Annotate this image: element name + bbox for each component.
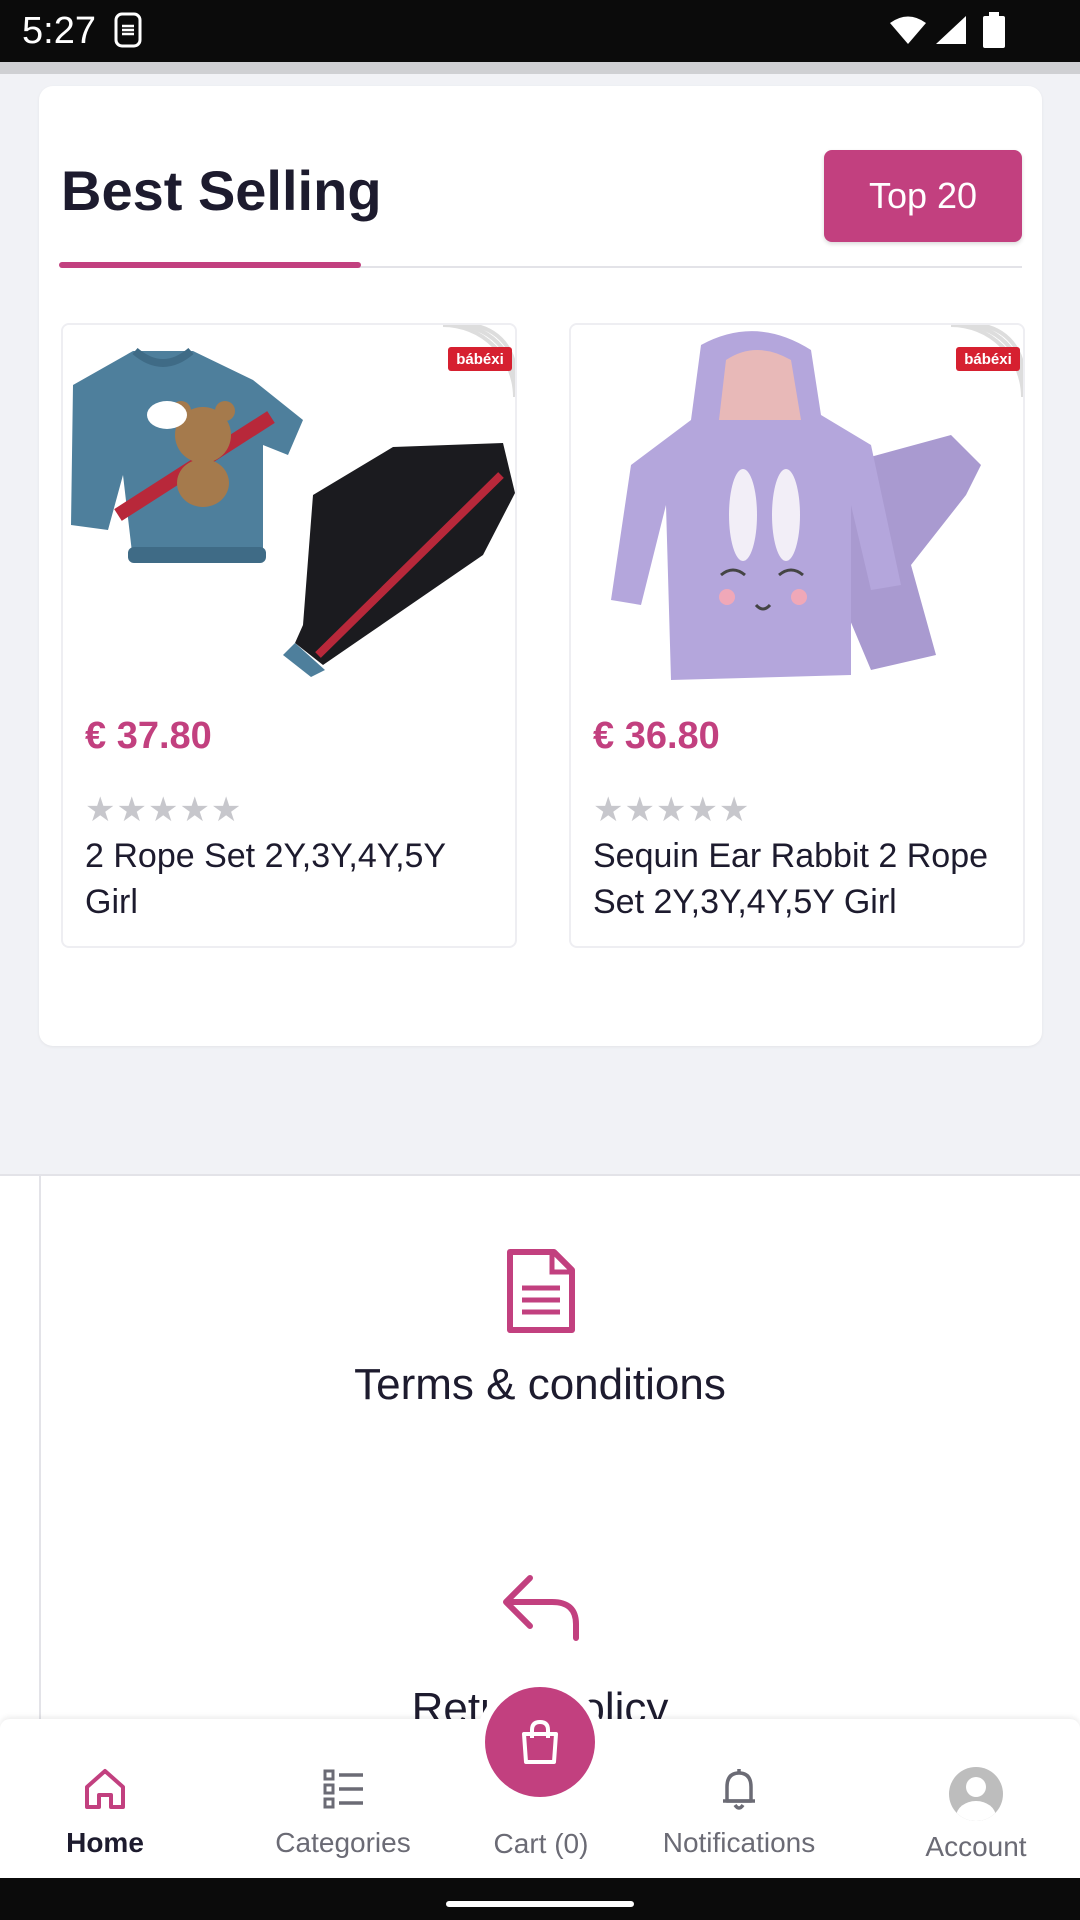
wifi-icon xyxy=(890,16,926,44)
scroll-edge xyxy=(0,62,1080,74)
sim-icon xyxy=(114,12,142,48)
signal-icon xyxy=(936,16,966,44)
shopping-bag-icon xyxy=(522,1719,558,1764)
gesture-bar xyxy=(0,1878,1080,1920)
battery-icon xyxy=(983,12,1005,48)
title-underline xyxy=(59,262,361,268)
rating-stars: ★★★★★ xyxy=(85,791,243,829)
bell-icon xyxy=(723,1769,755,1810)
status-time: 5:27 xyxy=(22,10,96,52)
product-price: € 36.80 xyxy=(593,715,720,757)
avatar xyxy=(949,1767,1003,1821)
nav-cart-label: Cart (0) xyxy=(493,1828,589,1859)
nav-notifications[interactable]: Notifications xyxy=(650,1719,828,1878)
product-card[interactable]: bábéxi € 37.80 ★★★★★ 2 Rope Set 2Y,3Y,4Y… xyxy=(61,323,517,948)
nav-account-label: Account xyxy=(925,1831,1027,1862)
nav-home-label: Home xyxy=(66,1827,144,1858)
status-bar: 5:27 xyxy=(0,0,1080,62)
best-selling-section: Best Selling Top 20 bábéxi € 37.80 ★★★★★… xyxy=(39,86,1042,1046)
nav-account[interactable]: Account xyxy=(915,1719,1037,1878)
top-20-button[interactable]: Top 20 xyxy=(824,150,1022,242)
product-name[interactable]: 2 Rope Set 2Y,3Y,4Y,5Y Girl xyxy=(85,833,505,925)
product-name[interactable]: Sequin Ear Rabbit 2 Rope Set 2Y,3Y,4Y,5Y… xyxy=(593,833,1013,925)
section-title: Best Selling xyxy=(61,159,382,222)
product-image[interactable]: bábéxi xyxy=(63,325,515,695)
product-image[interactable]: bábéxi xyxy=(571,325,1023,695)
gesture-handle[interactable] xyxy=(446,1901,634,1907)
nav-categories-label: Categories xyxy=(275,1827,411,1858)
cart-button-inner[interactable] xyxy=(485,1687,595,1797)
product-card[interactable]: bábéxi € 36.80 ★★★★★ Sequin Ear Rabbit 2… xyxy=(569,323,1025,948)
cart-button[interactable] xyxy=(476,1678,604,1806)
nav-notifications-label: Notifications xyxy=(662,1827,816,1858)
return-arrow-icon[interactable] xyxy=(500,1572,582,1644)
terms-link[interactable]: Terms & conditions xyxy=(0,1360,1080,1410)
nav-home[interactable]: Home xyxy=(45,1719,165,1878)
nav-categories[interactable]: Categories xyxy=(265,1719,421,1878)
categories-icon xyxy=(323,1769,363,1809)
svg-text:bábéxi: bábéxi xyxy=(456,351,504,368)
document-icon[interactable] xyxy=(506,1248,576,1334)
home-icon xyxy=(85,1769,125,1809)
rating-stars: ★★★★★ xyxy=(593,791,751,829)
svg-text:bábéxi: bábéxi xyxy=(964,351,1012,368)
product-price: € 37.80 xyxy=(85,715,212,757)
